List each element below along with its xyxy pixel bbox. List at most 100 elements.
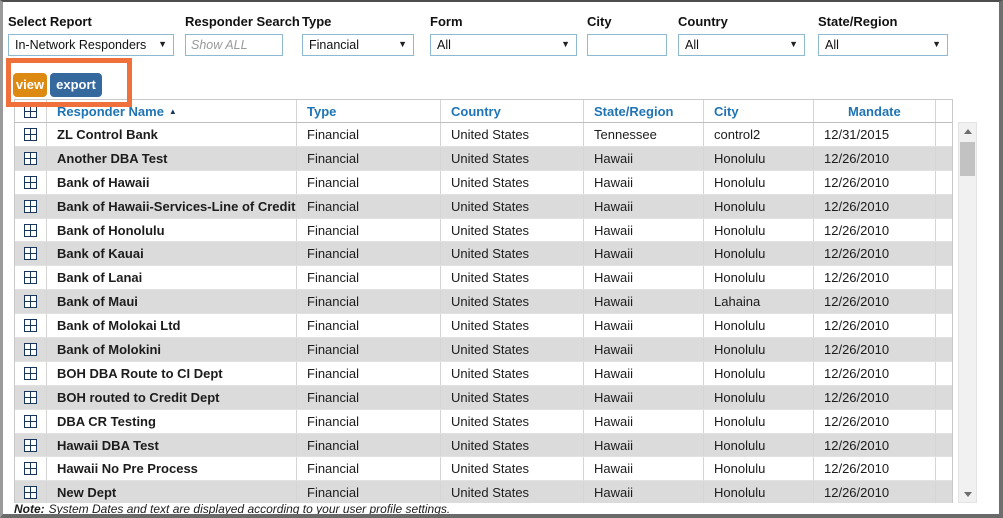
expand-row-icon[interactable] [24,486,37,500]
mandate-cell: 12/26/2010 [814,146,936,170]
responder-name-cell: Hawaii DBA Test [47,433,297,457]
table-row[interactable]: Bank of Maui Financial United States Haw… [15,290,952,315]
table-row[interactable]: BOH routed to Credit Dept Financial Unit… [15,385,952,410]
country-cell: United States [441,481,584,505]
scroll-down-button[interactable] [959,486,976,502]
responder-name-cell: ZL Control Bank [47,123,297,146]
expand-row-icon[interactable] [24,390,37,404]
blank-cell [936,171,952,194]
expand-row-icon[interactable] [24,127,37,141]
view-button[interactable]: view [13,73,47,97]
table-row[interactable]: Bank of Honolulu Financial United States… [15,218,952,243]
footer-note: Note: System Dates and text are displayed… [14,503,954,514]
expand-row-icon[interactable] [24,366,37,380]
state-region-dropdown[interactable]: All ▼ [818,34,948,56]
dropdown-arrow-icon: ▼ [398,39,407,49]
country-cell: United States [441,314,584,338]
expand-row-icon[interactable] [24,223,37,237]
state-region-cell: Hawaii [584,290,704,314]
column-header-type[interactable]: Type [297,100,441,122]
mandate-cell: 12/26/2010 [814,361,936,385]
expand-row-icon[interactable] [24,319,37,333]
expand-row-icon[interactable] [24,414,37,428]
type-cell: Financial [297,146,441,170]
expand-row-icon[interactable] [24,295,37,309]
row-expand-cell [15,409,47,433]
form-dropdown[interactable]: All ▼ [430,34,577,56]
scrollbar-thumb[interactable] [960,142,975,176]
state-region-cell: Hawaii [584,433,704,457]
mandate-cell: 12/26/2010 [814,457,936,481]
vertical-scrollbar[interactable] [958,122,977,503]
city-input[interactable] [587,34,667,56]
table-row[interactable]: Bank of Kauai Financial United States Ha… [15,242,952,267]
table-row[interactable]: Hawaii DBA Test Financial United States … [15,433,952,458]
expand-row-icon[interactable] [24,462,37,476]
column-header-responder-name[interactable]: Responder Name ▲ [47,100,297,122]
expand-row-icon[interactable] [24,175,37,189]
country-cell: United States [441,457,584,481]
state-region-cell: Hawaii [584,314,704,338]
expand-row-icon[interactable] [24,199,37,213]
table-row[interactable]: Another DBA Test Financial United States… [15,146,952,171]
table-row[interactable]: Bank of Molokai Ltd Financial United Sta… [15,314,952,339]
mandate-cell: 12/26/2010 [814,314,936,338]
type-cell: Financial [297,290,441,314]
country-cell: United States [441,123,584,146]
triangle-down-icon [963,491,972,497]
blank-cell [936,219,952,242]
select-report-dropdown[interactable]: In-Network Responders ▼ [8,34,174,56]
row-expand-cell [15,433,47,457]
filter-country: Country All ▼ [678,14,805,56]
form-label: Form [430,14,463,29]
responder-name-cell: Bank of Molokini [47,338,297,361]
column-header-city[interactable]: City [704,100,814,122]
column-header-mandate[interactable]: Mandate [814,100,936,122]
table-row[interactable]: Hawaii No Pre Process Financial United S… [15,457,952,482]
table-row[interactable]: Bank of Hawaii Financial United States H… [15,170,952,195]
expand-all-header[interactable] [15,100,47,122]
expand-row-icon[interactable] [24,271,37,285]
type-cell: Financial [297,409,441,433]
city-cell: Honolulu [704,194,814,218]
expand-row-icon[interactable] [24,438,37,452]
table-row[interactable]: Bank of Molokini Financial United States… [15,338,952,362]
state-region-cell: Hawaii [584,218,704,242]
city-cell: Honolulu [704,146,814,170]
expand-row-icon[interactable] [24,151,37,165]
mandate-cell: 12/26/2010 [814,385,936,409]
state-region-cell: Hawaii [584,146,704,170]
type-cell: Financial [297,457,441,481]
app-window: Select Report In-Network Responders ▼ Re… [0,0,1003,518]
blank-cell [936,314,952,337]
table-row[interactable]: DBA CR Testing Financial United States H… [15,409,952,434]
mandate-cell: 12/26/2010 [814,218,936,242]
state-region-cell: Hawaii [584,170,704,194]
table-row[interactable]: Bank of Hawaii-Services-Line of Credit F… [15,194,952,219]
expand-row-icon[interactable] [24,247,37,261]
column-header-state-region[interactable]: State/Region [584,100,704,122]
filter-responder-search: Responder Search [185,14,300,56]
responder-search-input[interactable] [185,34,283,56]
blank-cell [936,147,952,170]
state-region-cell: Hawaii [584,338,704,361]
filter-city: City [587,14,667,56]
blank-cell [936,481,952,504]
expand-all-icon [24,104,37,118]
column-header-blank [936,100,952,122]
type-dropdown[interactable]: Financial ▼ [302,34,414,56]
table-row[interactable]: Bank of Lanai Financial United States Ha… [15,266,952,291]
row-expand-cell [15,194,47,218]
city-cell: Honolulu [704,457,814,481]
country-label: Country [678,14,728,29]
expand-row-icon[interactable] [24,342,37,356]
export-button[interactable]: export [50,73,102,97]
country-cell: United States [441,242,584,266]
city-cell: Honolulu [704,266,814,290]
table-row[interactable]: BOH DBA Route to CI Dept Financial Unite… [15,361,952,386]
row-expand-cell [15,170,47,194]
scroll-up-button[interactable] [959,123,976,139]
country-dropdown[interactable]: All ▼ [678,34,805,56]
column-header-country[interactable]: Country [441,100,584,122]
table-row[interactable]: ZL Control Bank Financial United States … [15,123,952,147]
